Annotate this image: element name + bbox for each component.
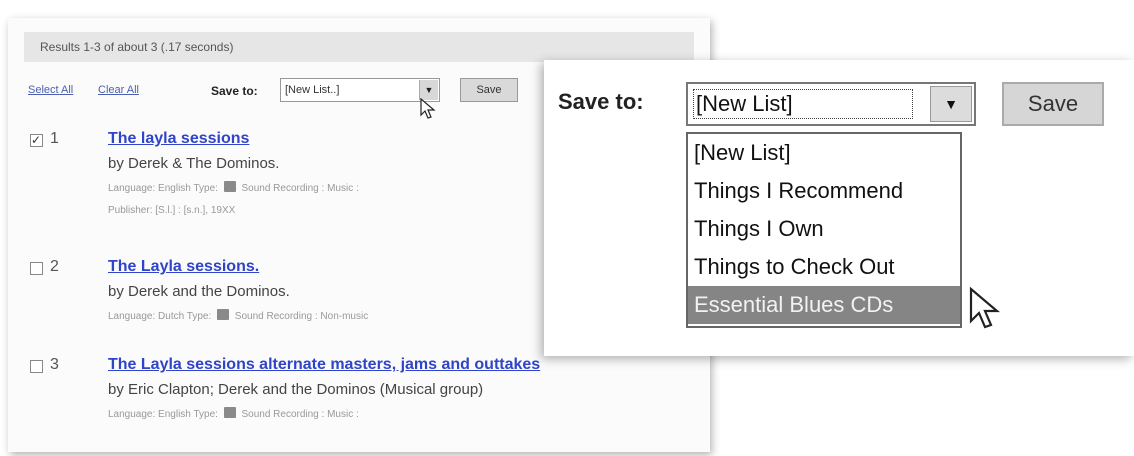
result-format: Sound Recording : Music :: [241, 409, 359, 420]
result-number: 2: [50, 258, 59, 275]
result-language-type: Language: English Type:: [108, 409, 218, 420]
speaker-icon: [223, 407, 236, 418]
chevron-down-icon[interactable]: ▼: [930, 86, 972, 122]
result-title-link[interactable]: The layla sessions: [108, 130, 249, 148]
result-checkbox[interactable]: [30, 262, 43, 275]
result-title-link[interactable]: The Layla sessions alternate masters, ja…: [108, 356, 540, 374]
save-to-label-large: Save to:: [558, 89, 644, 114]
result-author: by Derek and the Dominos.: [108, 283, 290, 300]
clear-all-link[interactable]: Clear All: [98, 84, 139, 96]
results-toolbar: Select All Clear All Save to: [New List.…: [28, 76, 628, 119]
menu-item-essential-blues-cds[interactable]: Essential Blues CDs: [688, 286, 960, 324]
save-to-zoom-callout: Save to: [New List] ▼ Save [New List] Th…: [544, 60, 1134, 356]
save-to-dropdown-menu: [New List] Things I Recommend Things I O…: [686, 132, 962, 328]
save-to-select-value: [New List..]: [285, 84, 340, 96]
result-language-type: Language: Dutch Type:: [108, 311, 212, 322]
save-to-select-large[interactable]: [New List] ▼: [686, 82, 976, 126]
mouse-pointer-icon: [420, 98, 436, 119]
result-meta: Language: Dutch Type: Sound Recording : …: [108, 309, 368, 322]
menu-item-things-i-own[interactable]: Things I Own: [688, 210, 960, 248]
result-publisher: Publisher: [S.l.] : [s.n.], 19XX: [108, 205, 236, 216]
result-checkbox[interactable]: [30, 360, 43, 373]
speaker-icon: [223, 181, 236, 192]
menu-item-things-to-check-out[interactable]: Things to Check Out: [688, 248, 960, 286]
result-meta: Language: English Type: Sound Recording …: [108, 181, 359, 194]
results-summary-bar: Results 1-3 of about 3 (.17 seconds): [24, 32, 694, 62]
save-to-label: Save to:: [211, 84, 258, 98]
save-to-select[interactable]: [New List..] ▼: [280, 78, 440, 102]
save-to-select-value-large: [New List]: [693, 89, 913, 119]
result-format: Sound Recording : Music :: [241, 183, 359, 194]
speaker-icon: [217, 309, 230, 320]
result-meta: Language: English Type: Sound Recording …: [108, 407, 359, 420]
result-item: 3 The Layla sessions alternate masters, …: [28, 356, 708, 436]
results-summary: Results 1-3 of about 3 (.17 seconds): [40, 40, 234, 54]
menu-item-things-i-recommend[interactable]: Things I Recommend: [688, 172, 960, 210]
result-checkbox[interactable]: ✓: [30, 134, 43, 147]
result-number: 3: [50, 356, 59, 373]
mouse-pointer-icon: [969, 286, 1001, 329]
result-format: Sound Recording : Non-music: [234, 311, 369, 322]
save-button-large[interactable]: Save: [1002, 82, 1104, 126]
result-author: by Eric Clapton; Derek and the Dominos (…: [108, 381, 484, 398]
result-title-link[interactable]: The Layla sessions.: [108, 258, 259, 276]
result-number: 1: [50, 130, 59, 147]
menu-item-new-list[interactable]: [New List]: [688, 134, 960, 172]
result-language-type: Language: English Type:: [108, 183, 218, 194]
chevron-down-icon[interactable]: ▼: [419, 80, 438, 100]
select-all-link[interactable]: Select All: [28, 84, 73, 96]
save-button[interactable]: Save: [460, 78, 518, 102]
result-author: by Derek & The Dominos.: [108, 155, 280, 172]
